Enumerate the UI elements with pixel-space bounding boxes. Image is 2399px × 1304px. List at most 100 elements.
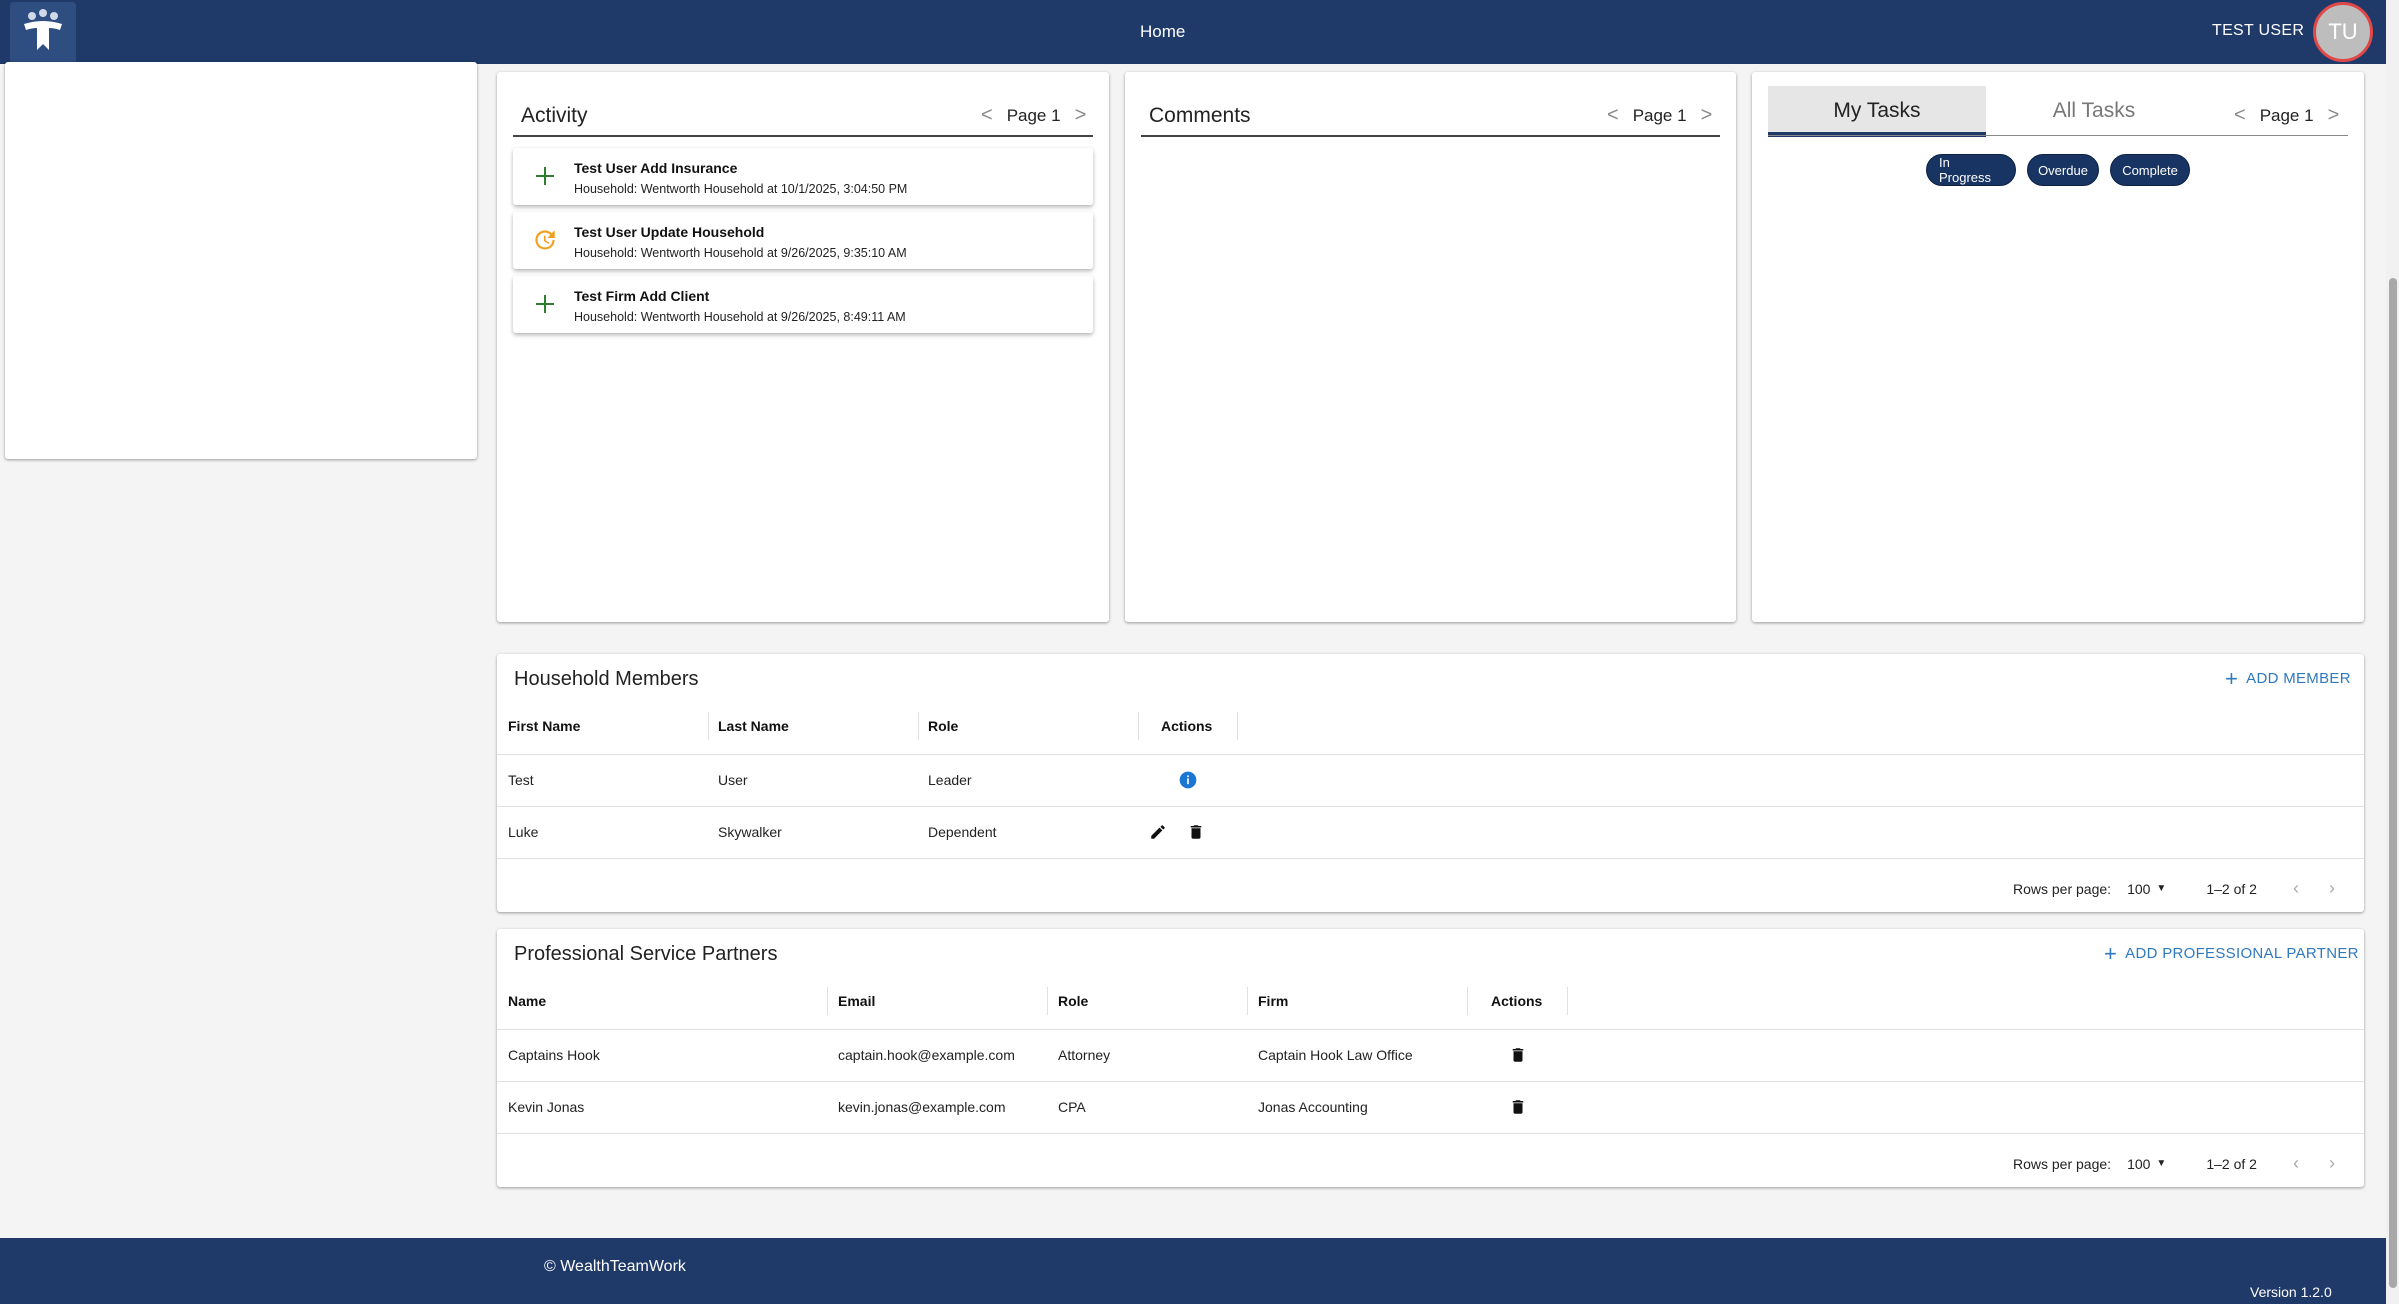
- chip-in-progress[interactable]: In Progress: [1926, 154, 2016, 186]
- rows-per-page-value: 100: [2127, 880, 2151, 897]
- info-icon[interactable]: [1177, 769, 1199, 791]
- activity-item-title: Test Firm Add Client: [574, 288, 710, 304]
- comments-divider: [1141, 135, 1720, 137]
- app-header: Home TEST USER TU: [0, 0, 2386, 64]
- add-partner-label: ADD PROFESSIONAL PARTNER: [2125, 945, 2359, 962]
- partner-firm: Captain Hook Law Office: [1258, 1047, 1413, 1063]
- column-separator: [1237, 712, 1238, 740]
- col-first-name[interactable]: First Name: [508, 718, 580, 734]
- row-divider: [497, 858, 2364, 859]
- comments-title: Comments: [1149, 104, 1251, 127]
- member-last-name: User: [718, 772, 748, 788]
- add-member-button[interactable]: + ADD MEMBER: [2225, 666, 2351, 691]
- activity-divider: [513, 135, 1093, 137]
- delete-icon[interactable]: [1507, 1096, 1529, 1118]
- next-page-icon[interactable]: >: [1701, 104, 1713, 127]
- user-name: TEST USER: [2212, 22, 2305, 39]
- tasks-pager: < Page 1 >: [2234, 104, 2339, 127]
- add-member-label: ADD MEMBER: [2246, 670, 2351, 687]
- col-email[interactable]: Email: [838, 993, 875, 1009]
- next-page-icon[interactable]: ›: [2329, 1153, 2335, 1174]
- col-role[interactable]: Role: [928, 718, 958, 734]
- next-page-icon[interactable]: ›: [2329, 878, 2335, 899]
- next-page-icon[interactable]: >: [2328, 104, 2340, 127]
- partner-name: Kevin Jonas: [508, 1099, 585, 1115]
- plus-icon: +: [2104, 941, 2118, 966]
- prev-page-icon[interactable]: <: [981, 104, 993, 127]
- tasks-panel: My Tasks All Tasks < Page 1 > In Progres…: [1752, 72, 2364, 622]
- member-role: Leader: [928, 772, 972, 788]
- members-title: Household Members: [514, 668, 699, 690]
- member-first-name: Test: [508, 772, 534, 788]
- row-divider: [497, 754, 2364, 755]
- delete-icon[interactable]: [1185, 821, 1207, 843]
- logo-icon: [24, 9, 62, 50]
- member-last-name: Skywalker: [718, 824, 782, 840]
- caret-down-icon: ▼: [2156, 883, 2167, 894]
- add-partner-button[interactable]: + ADD PROFESSIONAL PARTNER: [2104, 941, 2359, 966]
- left-info-card: [5, 62, 477, 459]
- page-scrollbar[interactable]: [2386, 0, 2399, 1304]
- page-footer: © WealthTeamWork Version 1.2.0: [0, 1238, 2386, 1304]
- prev-page-icon[interactable]: ‹: [2293, 878, 2299, 899]
- column-separator: [827, 987, 828, 1015]
- column-separator: [1138, 712, 1139, 740]
- activity-item[interactable]: Test User Update Household Household: We…: [513, 212, 1093, 269]
- rows-per-page-select[interactable]: 100 ▼: [2127, 881, 2166, 897]
- chip-overdue[interactable]: Overdue: [2027, 154, 2099, 186]
- partner-firm: Jonas Accounting: [1258, 1099, 1368, 1115]
- member-role: Dependent: [928, 824, 997, 840]
- column-separator: [1567, 987, 1568, 1015]
- nav-home[interactable]: Home: [1140, 22, 1185, 42]
- pagination-range: 1–2 of 2: [2206, 880, 2257, 897]
- prev-page-icon[interactable]: <: [1607, 104, 1619, 127]
- update-icon: [531, 226, 559, 254]
- delete-icon[interactable]: [1507, 1044, 1529, 1066]
- household-members-card: Household Members + ADD MEMBER First Nam…: [497, 654, 2364, 912]
- column-separator: [1047, 987, 1048, 1015]
- activity-item[interactable]: Test Firm Add Client Household: Wentwort…: [513, 276, 1093, 333]
- activity-item-subtitle: Household: Wentworth Household at 9/26/2…: [574, 246, 907, 260]
- activity-item-title: Test User Update Household: [574, 224, 765, 240]
- col-actions: Actions: [1161, 718, 1213, 734]
- activity-panel: Activity < Page 1 > Test User Add Insura…: [497, 72, 1109, 622]
- row-divider: [497, 1081, 2364, 1082]
- partners-title: Professional Service Partners: [514, 943, 778, 965]
- col-role[interactable]: Role: [1058, 993, 1088, 1009]
- comments-panel: Comments < Page 1 >: [1125, 72, 1736, 622]
- activity-item-title: Test User Add Insurance: [574, 160, 738, 176]
- prev-page-icon[interactable]: <: [2234, 104, 2246, 127]
- pagination-range: 1–2 of 2: [2206, 1155, 2257, 1172]
- tasks-divider: [1768, 135, 2348, 136]
- partner-email: captain.hook@example.com: [838, 1047, 1015, 1063]
- row-divider: [497, 806, 2364, 807]
- plus-icon: +: [2225, 666, 2239, 691]
- prev-page-icon[interactable]: ‹: [2293, 1153, 2299, 1174]
- members-pagination: Rows per page: 100 ▼ 1–2 of 2 ‹ ›: [2013, 878, 2335, 899]
- chip-complete[interactable]: Complete: [2110, 154, 2190, 186]
- version-text: Version 1.2.0: [2250, 1284, 2332, 1300]
- column-separator: [1467, 987, 1468, 1015]
- activity-page-label: Page 1: [1006, 105, 1061, 125]
- partners-pagination: Rows per page: 100 ▼ 1–2 of 2 ‹ ›: [2013, 1153, 2335, 1174]
- col-firm[interactable]: Firm: [1258, 993, 1288, 1009]
- activity-title: Activity: [521, 104, 588, 127]
- col-name[interactable]: Name: [508, 993, 546, 1009]
- col-last-name[interactable]: Last Name: [718, 718, 789, 734]
- activity-item[interactable]: Test User Add Insurance Household: Wentw…: [513, 148, 1093, 205]
- activity-item-subtitle: Household: Wentworth Household at 10/1/2…: [574, 182, 908, 196]
- tab-all-tasks[interactable]: All Tasks: [1986, 86, 2202, 136]
- scrollbar-thumb[interactable]: [2389, 278, 2397, 1288]
- col-actions: Actions: [1491, 993, 1543, 1009]
- rows-per-page-select[interactable]: 100 ▼: [2127, 1156, 2166, 1172]
- next-page-icon[interactable]: >: [1075, 104, 1087, 127]
- comments-pager: < Page 1 >: [1607, 104, 1712, 127]
- row-divider: [497, 1133, 2364, 1134]
- edit-icon[interactable]: [1147, 821, 1169, 843]
- avatar[interactable]: TU: [2313, 2, 2373, 62]
- member-first-name: Luke: [508, 824, 539, 840]
- app-logo[interactable]: [10, 2, 76, 64]
- caret-down-icon: ▼: [2156, 1158, 2167, 1169]
- rows-per-page-value: 100: [2127, 1155, 2151, 1172]
- tab-my-tasks[interactable]: My Tasks: [1768, 86, 1986, 136]
